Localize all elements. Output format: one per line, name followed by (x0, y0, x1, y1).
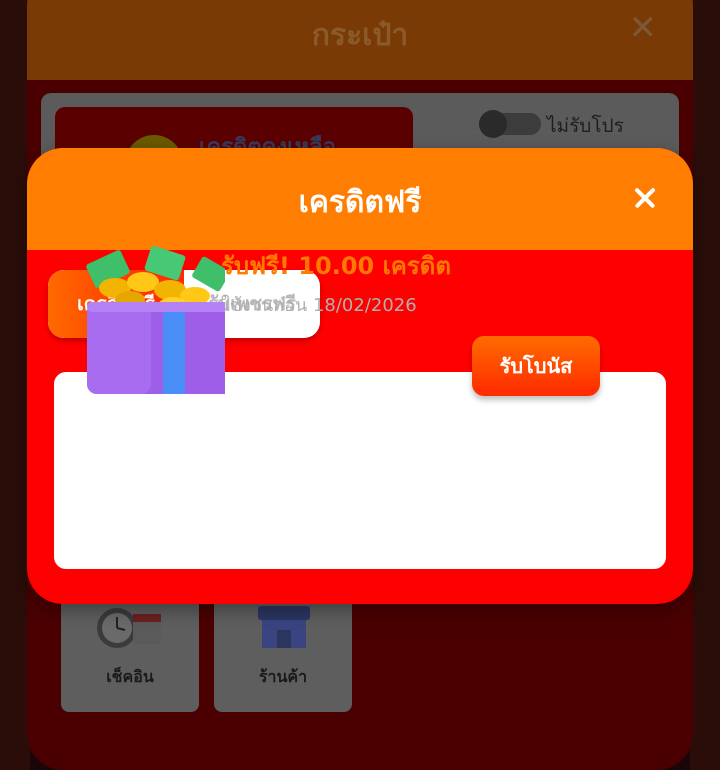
claim-bonus-button[interactable]: รับโบนัส (472, 336, 600, 396)
wallet-header: กระเป๋า ✕ (27, 0, 693, 80)
menu-tile-shop[interactable]: ร้านค้า (214, 596, 352, 712)
bonus-title: รับฟรี! 10.00 เครดิต (221, 252, 451, 280)
menu-tile-label: ร้านค้า (258, 667, 308, 686)
calendar-clock-icon (97, 608, 161, 648)
menu-tile-label: เช็คอิน (106, 667, 154, 686)
modal-title: เครดิตฟรี (298, 185, 422, 220)
wallet-title: กระเป๋า (311, 18, 409, 53)
shop-icon (258, 606, 310, 648)
modal-header: เครดิตฟรี (27, 148, 693, 250)
promo-toggle-label: ไม่รับโปร (547, 115, 624, 137)
background-edge-left (0, 0, 30, 770)
bonus-expiry-date: ใช้งานก่อน 18/02/2026 (221, 295, 417, 316)
gift-box-icon (86, 245, 225, 394)
menu-tile-checkin[interactable]: เช็คอิน (61, 596, 199, 712)
promo-toggle-knob (479, 110, 507, 138)
close-icon[interactable]: ✕ (629, 8, 658, 48)
background-edge-right (690, 0, 720, 770)
close-icon[interactable] (621, 174, 669, 222)
